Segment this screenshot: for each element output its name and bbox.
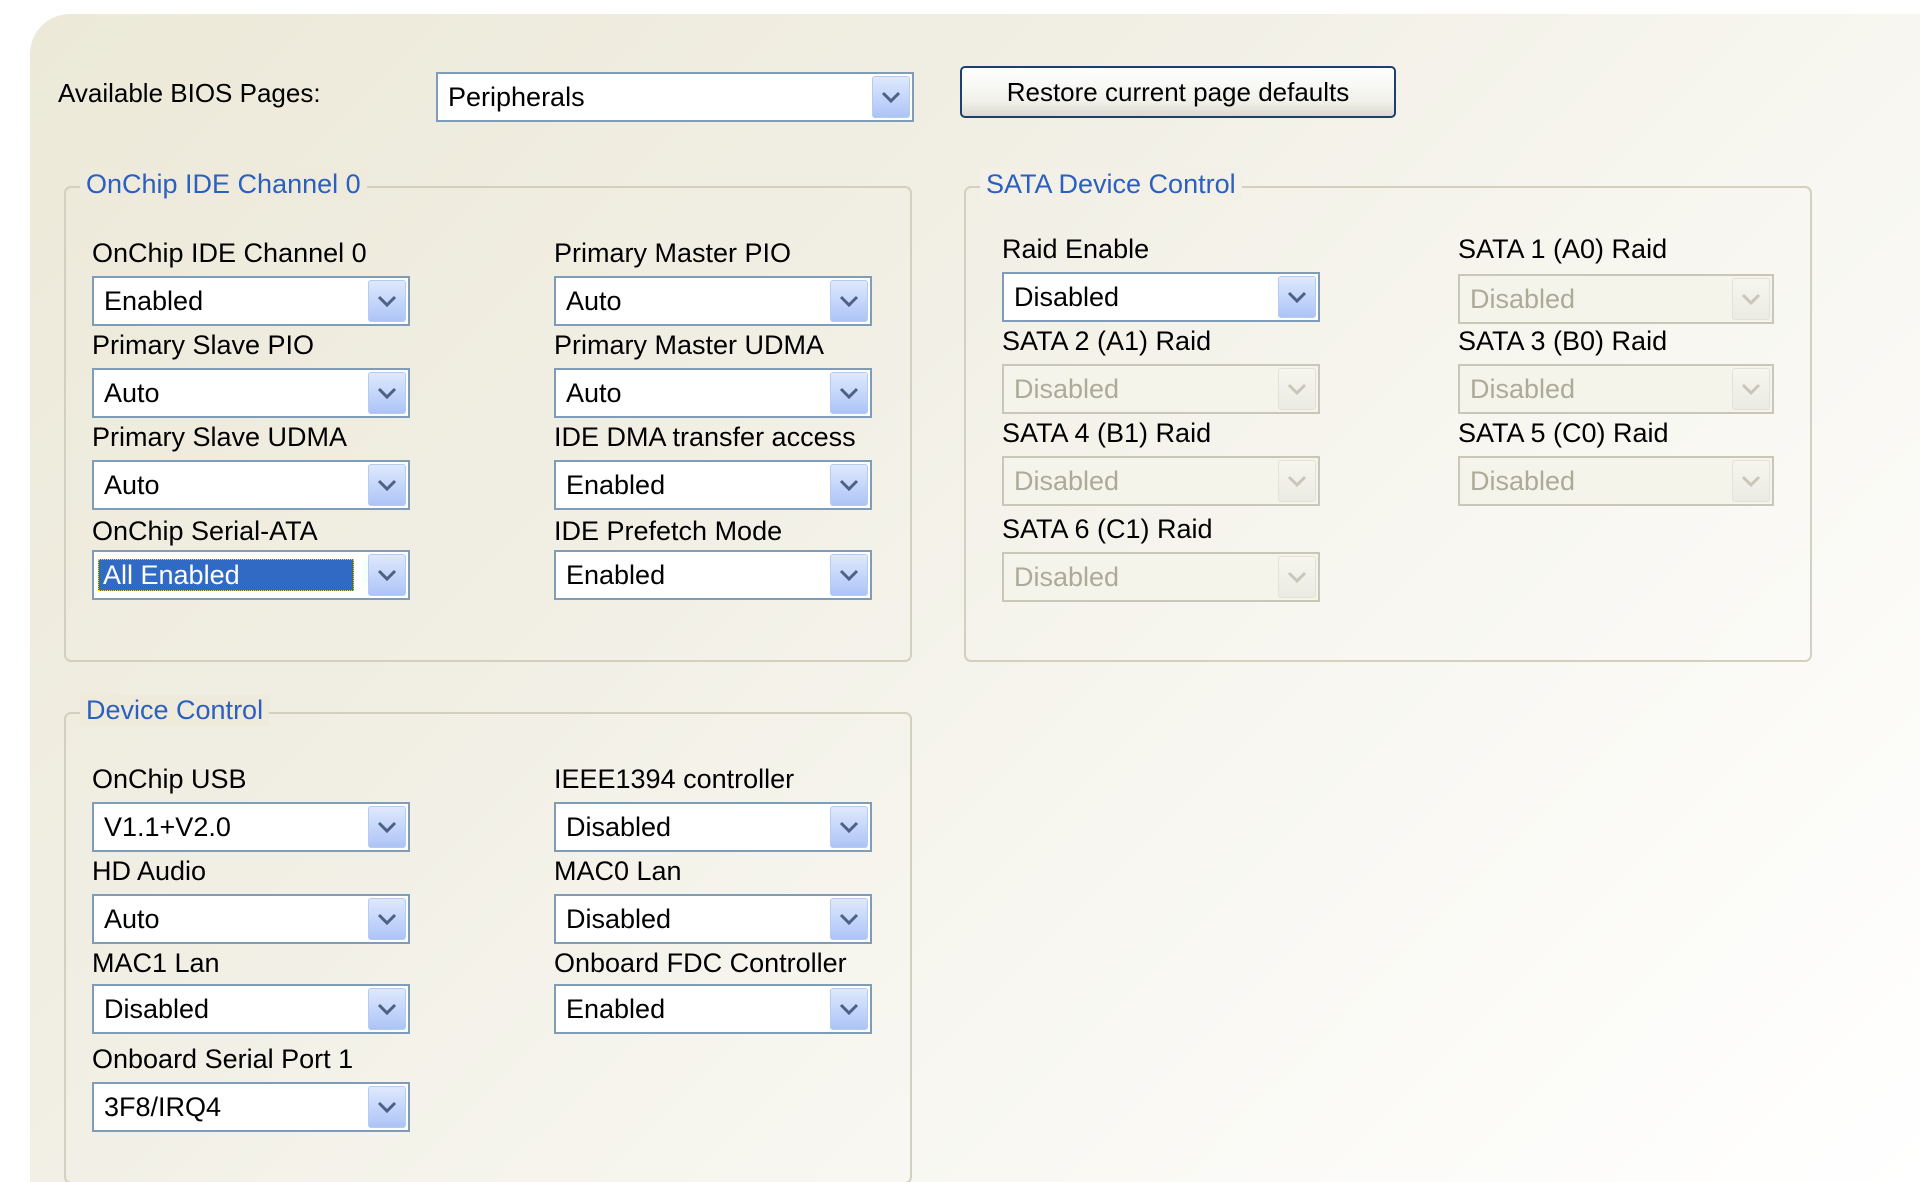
mac0-lan-value: Disabled <box>566 904 672 934</box>
mac0-lan-select[interactable]: Disabled <box>554 894 872 944</box>
ide-dma-transfer-select[interactable]: Enabled <box>554 460 872 510</box>
primary-slave-pio-select[interactable]: Auto <box>92 368 410 418</box>
onchip-serial-ata-value: All Enabled <box>98 559 354 591</box>
sata6-raid-value: Disabled <box>1014 562 1120 592</box>
sata4-raid-value: Disabled <box>1014 466 1120 496</box>
chevron-down-icon[interactable] <box>368 988 406 1030</box>
hd-audio-label: HD Audio <box>92 856 207 886</box>
chevron-down-icon[interactable] <box>368 464 406 506</box>
chevron-down-icon <box>1278 460 1316 502</box>
onchip-ide-channel-value: Enabled <box>104 286 204 316</box>
mac1-lan-value: Disabled <box>104 994 210 1024</box>
bios-settings-window: Available BIOS Pages: Peripherals Restor… <box>0 0 1920 1182</box>
primary-master-pio-value: Auto <box>566 286 622 316</box>
sata5-raid-select: Disabled <box>1458 456 1774 506</box>
onboard-fdc-controller-value: Enabled <box>566 994 666 1024</box>
chevron-down-icon[interactable] <box>368 806 406 848</box>
primary-master-udma-select[interactable]: Auto <box>554 368 872 418</box>
sata2-raid-value: Disabled <box>1014 374 1120 404</box>
chevron-down-icon[interactable] <box>830 806 868 848</box>
ieee1394-controller-label: IEEE1394 controller <box>554 764 795 794</box>
bios-pages-value: Peripherals <box>448 82 585 112</box>
primary-slave-udma-select[interactable]: Auto <box>92 460 410 510</box>
chevron-down-icon[interactable] <box>1278 276 1316 318</box>
chevron-down-icon <box>1732 460 1770 502</box>
bios-pages-select[interactable]: Peripherals <box>436 72 914 122</box>
primary-slave-udma-label: Primary Slave UDMA <box>92 422 348 452</box>
sata3-raid-value: Disabled <box>1470 374 1576 404</box>
raid-enable-value: Disabled <box>1014 282 1120 312</box>
ide-dma-transfer-label: IDE DMA transfer access <box>554 422 856 452</box>
onchip-serial-ata-label: OnChip Serial-ATA <box>92 516 318 546</box>
device-control-title: Device Control <box>80 695 270 726</box>
raid-enable-label: Raid Enable <box>1002 234 1150 264</box>
chevron-down-icon[interactable] <box>368 554 406 596</box>
onboard-fdc-controller-select[interactable]: Enabled <box>554 984 872 1034</box>
primary-master-udma-label: Primary Master UDMA <box>554 330 825 360</box>
onboard-serial-port-value: 3F8/IRQ4 <box>104 1092 222 1122</box>
sata6-raid-label: SATA 6 (C1) Raid <box>1002 514 1213 544</box>
sata1-raid-value: Disabled <box>1470 284 1576 314</box>
hd-audio-value: Auto <box>104 904 160 934</box>
bios-pages-label: Available BIOS Pages: <box>58 78 321 108</box>
primary-master-pio-label: Primary Master PIO <box>554 238 792 268</box>
chevron-down-icon[interactable] <box>830 898 868 940</box>
sata2-raid-select: Disabled <box>1002 364 1320 414</box>
onboard-fdc-controller-label: Onboard FDC Controller <box>554 948 847 978</box>
sata3-raid-label: SATA 3 (B0) Raid <box>1458 326 1668 356</box>
chevron-down-icon[interactable] <box>368 1086 406 1128</box>
primary-master-udma-value: Auto <box>566 378 622 408</box>
chevron-down-icon <box>1732 368 1770 410</box>
mac0-lan-label: MAC0 Lan <box>554 856 682 886</box>
ieee1394-controller-select[interactable]: Disabled <box>554 802 872 852</box>
restore-defaults-button[interactable]: Restore current page defaults <box>960 66 1396 118</box>
onchip-usb-select[interactable]: V1.1+V2.0 <box>92 802 410 852</box>
mac1-lan-select[interactable]: Disabled <box>92 984 410 1034</box>
chevron-down-icon[interactable] <box>872 76 910 118</box>
ieee1394-controller-value: Disabled <box>566 812 672 842</box>
sata1-raid-label: SATA 1 (A0) Raid <box>1458 234 1668 264</box>
sata5-raid-value: Disabled <box>1470 466 1576 496</box>
chevron-down-icon[interactable] <box>830 988 868 1030</box>
onchip-serial-ata-select[interactable]: All Enabled <box>92 550 410 600</box>
primary-master-pio-select[interactable]: Auto <box>554 276 872 326</box>
mac1-lan-label: MAC1 Lan <box>92 948 220 978</box>
onchip-usb-label: OnChip USB <box>92 764 247 794</box>
chevron-down-icon <box>1278 368 1316 410</box>
primary-slave-udma-value: Auto <box>104 470 160 500</box>
chevron-down-icon <box>1732 278 1770 320</box>
onchip-ide-channel-label: OnChip IDE Channel 0 <box>92 238 367 268</box>
sata4-raid-label: SATA 4 (B1) Raid <box>1002 418 1212 448</box>
ide-prefetch-mode-select[interactable]: Enabled <box>554 550 872 600</box>
hd-audio-select[interactable]: Auto <box>92 894 410 944</box>
sata6-raid-select: Disabled <box>1002 552 1320 602</box>
chevron-down-icon <box>1278 556 1316 598</box>
chevron-down-icon[interactable] <box>830 280 868 322</box>
onchip-usb-value: V1.1+V2.0 <box>104 812 231 842</box>
onboard-serial-port-select[interactable]: 3F8/IRQ4 <box>92 1082 410 1132</box>
chevron-down-icon[interactable] <box>368 372 406 414</box>
raid-enable-select[interactable]: Disabled <box>1002 272 1320 322</box>
primary-slave-pio-label: Primary Slave PIO <box>92 330 315 360</box>
sata2-raid-label: SATA 2 (A1) Raid <box>1002 326 1212 356</box>
sata5-raid-label: SATA 5 (C0) Raid <box>1458 418 1669 448</box>
chevron-down-icon[interactable] <box>830 464 868 506</box>
sata4-raid-select: Disabled <box>1002 456 1320 506</box>
chevron-down-icon[interactable] <box>830 554 868 596</box>
onboard-serial-port-label: Onboard Serial Port 1 <box>92 1044 354 1074</box>
sata1-raid-select: Disabled <box>1458 274 1774 324</box>
ide-prefetch-mode-label: IDE Prefetch Mode <box>554 516 783 546</box>
ide-channel-group-title: OnChip IDE Channel 0 <box>80 169 367 200</box>
ide-dma-transfer-value: Enabled <box>566 470 666 500</box>
primary-slave-pio-value: Auto <box>104 378 160 408</box>
onchip-ide-channel-select[interactable]: Enabled <box>92 276 410 326</box>
chevron-down-icon[interactable] <box>368 898 406 940</box>
chevron-down-icon[interactable] <box>830 372 868 414</box>
chevron-down-icon[interactable] <box>368 280 406 322</box>
sata-device-control-title: SATA Device Control <box>980 169 1242 200</box>
ide-prefetch-mode-value: Enabled <box>566 560 666 590</box>
sata3-raid-select: Disabled <box>1458 364 1774 414</box>
